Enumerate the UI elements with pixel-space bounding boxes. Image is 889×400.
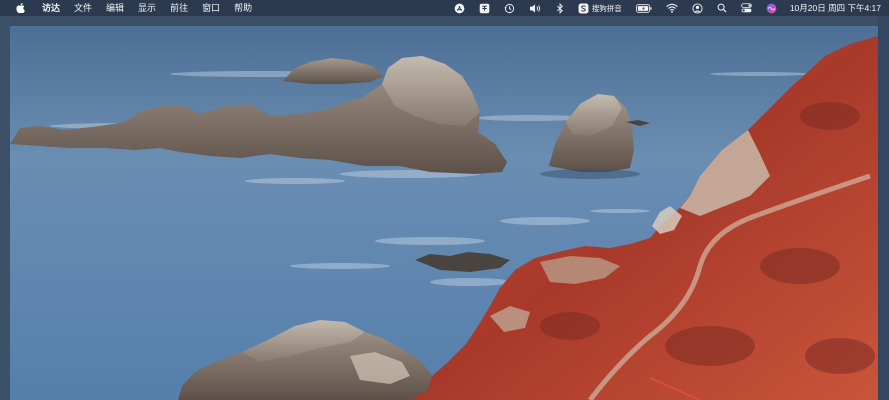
- app-store-icon[interactable]: [454, 0, 465, 16]
- coastal-rocks-wallpaper: [10, 26, 878, 400]
- menu-bar: 访达 文件 编辑 显示 前往 窗口 帮助 搜狗拼音 10月20日 周四 下午4:…: [0, 0, 889, 16]
- desktop-frame-right: [878, 16, 889, 400]
- input-method-label: 搜狗拼音: [591, 3, 622, 13]
- volume-icon[interactable]: [529, 0, 542, 16]
- menu-edit[interactable]: 编辑: [99, 0, 131, 16]
- user-icon[interactable]: [692, 0, 703, 16]
- control-center-icon[interactable]: [740, 0, 752, 16]
- bluetooth-icon[interactable]: [556, 0, 564, 16]
- desktop-frame-left: [0, 16, 10, 400]
- menubar-clock[interactable]: 10月20日 周四 下午4:17: [790, 2, 881, 14]
- search-icon[interactable]: [717, 0, 727, 16]
- menu-finder[interactable]: 访达: [35, 0, 67, 16]
- menu-help[interactable]: 帮助: [227, 0, 259, 16]
- menu-window[interactable]: 窗口: [195, 0, 227, 16]
- battery-icon[interactable]: [635, 0, 652, 16]
- wifi-icon[interactable]: [666, 0, 678, 16]
- siri-icon[interactable]: [766, 0, 777, 16]
- input-method-icon[interactable]: [479, 0, 490, 16]
- menu-go[interactable]: 前往: [163, 0, 195, 16]
- desktop-wallpaper: [10, 26, 878, 400]
- menu-view[interactable]: 显示: [131, 0, 163, 16]
- sogou-icon[interactable]: 搜狗拼音: [578, 0, 622, 16]
- desktop-frame-top: [0, 16, 889, 26]
- time-machine-icon[interactable]: [504, 0, 515, 16]
- apple-menu-icon[interactable]: [12, 3, 28, 13]
- menu-file[interactable]: 文件: [67, 0, 99, 16]
